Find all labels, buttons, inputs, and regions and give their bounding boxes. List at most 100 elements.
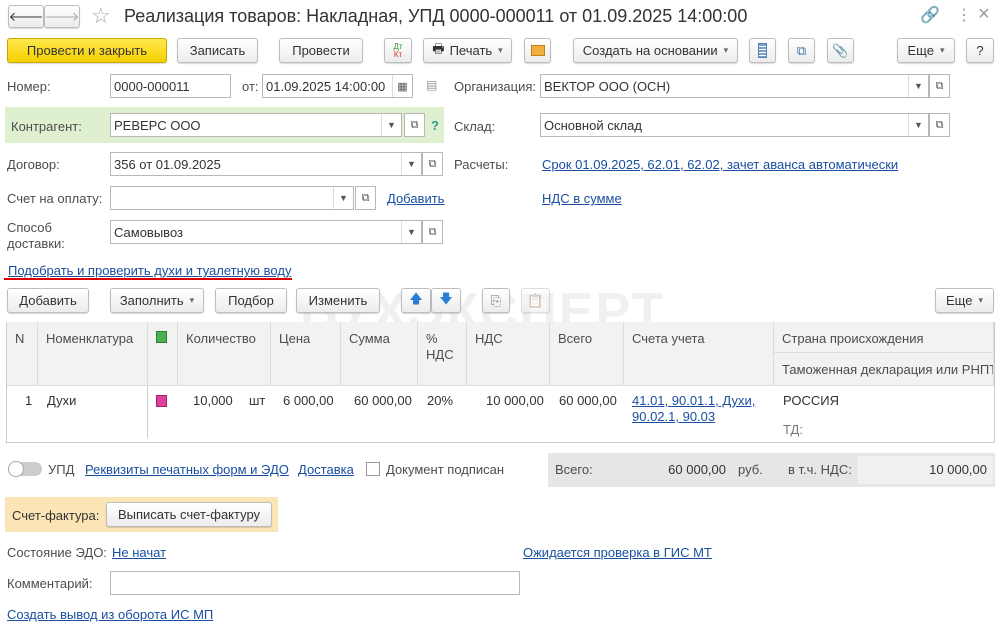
col-marking[interactable] (148, 322, 178, 385)
more-button[interactable]: Еще (897, 38, 955, 63)
edit-button[interactable]: Изменить (296, 288, 380, 313)
signed-checkbox[interactable] (366, 462, 380, 476)
number-input[interactable]: 0000-000011 (110, 74, 231, 98)
col-customs[interactable]: Таможенная декларация или РНПТ (774, 353, 994, 385)
post-button[interactable]: Провести (279, 38, 363, 63)
chevron-down-icon[interactable]: ▼ (908, 75, 928, 97)
warehouse-label: Склад: (454, 119, 496, 134)
cell-vat-rate: 20% (427, 393, 454, 408)
date-label: от: (242, 79, 259, 94)
date-value: 01.09.2025 14:00:00 (266, 78, 386, 94)
vat-total-text: 10 000,00 (929, 462, 987, 477)
col-price[interactable]: Цена (271, 322, 341, 385)
attach-button[interactable]: 📎 (827, 38, 854, 63)
vat-rate-header-2: НДС (426, 347, 454, 362)
link-icon[interactable]: 🔗 (920, 5, 940, 25)
col-n[interactable]: N (7, 322, 38, 385)
create-based-on-button[interactable]: Создать на основании (573, 38, 738, 63)
accounts-line2: 90.02.1, 90.03 (632, 409, 716, 424)
vat-included-link[interactable]: НДС в сумме (542, 191, 622, 206)
copy-button[interactable]: ⎘ (482, 288, 510, 313)
col-total[interactable]: Всего (550, 322, 624, 385)
delivery-label-line1: Способ (7, 220, 52, 235)
signed-label: Документ подписан (386, 462, 505, 477)
col-qty[interactable]: Количество (178, 322, 271, 385)
comment-icon[interactable]: ▤ (426, 78, 437, 92)
col-item[interactable]: Номенклатура (38, 322, 148, 385)
paste-button[interactable]: 📋 (521, 288, 550, 313)
invoice-input[interactable]: ▼ (110, 186, 354, 210)
chevron-down-icon[interactable]: ▼ (401, 153, 421, 175)
settlements-link[interactable]: Срок 01.09.2025, 62.01, 62.02, зачет ава… (542, 157, 898, 172)
delivery-link[interactable]: Доставка (298, 462, 354, 477)
kt-icon: Кт (393, 49, 403, 59)
pick-button[interactable]: Подбор (215, 288, 287, 313)
col-country[interactable]: Страна происхождения (774, 322, 994, 353)
chevron-down-icon[interactable]: ▼ (401, 221, 421, 243)
more-icon[interactable]: ⋮ (956, 5, 972, 25)
open-contract-button[interactable]: ⧉ (422, 152, 443, 176)
move-up-button[interactable]: 🡅 (401, 288, 431, 313)
date-input[interactable]: 01.09.2025 14:00:00 ▦ (262, 74, 413, 98)
col-sum[interactable]: Сумма (341, 322, 418, 385)
pick-perfume-link[interactable]: Подобрать и проверить духи и туалетную в… (8, 263, 291, 278)
upd-toggle[interactable] (8, 461, 42, 477)
warehouse-input[interactable]: Основной склад ▼ (540, 113, 929, 137)
edo-status-link[interactable]: Не начат (112, 545, 166, 560)
help-button[interactable]: ? (966, 38, 994, 63)
col-accounts[interactable]: Счета учета (624, 322, 774, 385)
report-icon (758, 43, 767, 58)
open-counterparty-button[interactable]: ⧉ (404, 113, 425, 137)
ismp-link[interactable]: Создать вывод из оборота ИС МП (7, 607, 213, 622)
favorite-star-icon[interactable]: ☆ (91, 3, 111, 29)
print-button[interactable]: 🖶 Печать (423, 38, 512, 63)
calendar-icon[interactable]: ▦ (392, 75, 412, 97)
cell-item: Духи (47, 393, 77, 408)
dt-kt-button[interactable]: Дт Кт (384, 38, 412, 63)
chevron-down-icon[interactable]: ▼ (908, 114, 928, 136)
cell-country: РОССИЯ (783, 393, 840, 408)
open-warehouse-button[interactable]: ⧉ (929, 113, 950, 137)
upd-label: УПД (48, 462, 75, 477)
paperclip-icon: 📎 (832, 42, 849, 58)
vat-rate-header-1: % (426, 331, 438, 346)
paste-icon: 📋 (527, 292, 544, 308)
total-value: 60 000,00 (668, 462, 726, 477)
add-row-button[interactable]: Добавить (7, 288, 89, 313)
settlements-label: Расчеты: (454, 157, 509, 172)
cell-accounts-link[interactable]: 41.01, 90.01.1, Духи, 90.02.1, 90.03 (632, 393, 755, 425)
number-label: Номер: (7, 79, 51, 94)
edo-label: Состояние ЭДО: (7, 545, 107, 560)
post-and-close-button[interactable]: Провести и закрыть (7, 38, 167, 63)
add-invoice-link[interactable]: Добавить (387, 191, 444, 206)
gis-mt-link[interactable]: Ожидается проверка в ГИС МТ (523, 545, 712, 560)
fill-button[interactable]: Заполнить (110, 288, 204, 313)
cell-qty: 10,000 (193, 393, 233, 408)
print-forms-link[interactable]: Реквизиты печатных форм и ЭДО (85, 462, 289, 477)
chevron-down-icon[interactable]: ▼ (381, 114, 401, 136)
counterparty-help[interactable]: ? (431, 118, 439, 133)
open-delivery-button[interactable]: ⧉ (422, 220, 443, 244)
forward-button[interactable]: 🡒 (44, 5, 80, 28)
open-invoice-button[interactable]: ⧉ (355, 186, 376, 210)
email-button[interactable] (524, 38, 551, 63)
open-organization-button[interactable]: ⧉ (929, 74, 950, 98)
chevron-down-icon[interactable]: ▼ (333, 187, 353, 209)
table-more-button[interactable]: Еще (935, 288, 994, 313)
move-down-button[interactable]: 🡇 (431, 288, 461, 313)
contract-input[interactable]: 356 от 01.09.2025 ▼ (110, 152, 422, 176)
col-vat-rate[interactable]: % НДС (418, 322, 467, 385)
structure-button[interactable]: ⧉ (788, 38, 815, 63)
back-button[interactable]: 🡐 (8, 5, 44, 28)
col-vat[interactable]: НДС (467, 322, 550, 385)
structure-icon: ⧉ (796, 42, 807, 58)
organization-input[interactable]: ВЕКТОР ООО (ОСН) ▼ (540, 74, 929, 98)
list-report-button[interactable] (749, 38, 776, 63)
close-icon[interactable]: × (978, 3, 990, 26)
issue-invoice-button[interactable]: Выписать счет-фактуру (106, 502, 272, 527)
save-button[interactable]: Записать (177, 38, 258, 63)
counterparty-value: РЕВЕРС ООО (114, 117, 201, 133)
delivery-input[interactable]: Самовывоз ▼ (110, 220, 422, 244)
counterparty-input[interactable]: РЕВЕРС ООО ▼ (110, 113, 402, 137)
comment-input[interactable] (110, 571, 520, 595)
